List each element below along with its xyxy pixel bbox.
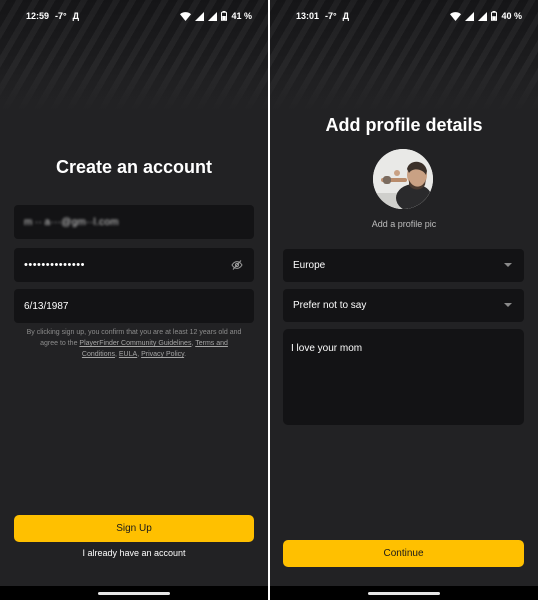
profile-details-screen: 13:01 -7° Д 40 % Add profile details Add… bbox=[270, 0, 538, 600]
home-pill[interactable] bbox=[98, 592, 170, 595]
status-temperature: -7° bbox=[55, 11, 67, 21]
region-select[interactable]: Europe bbox=[283, 249, 524, 282]
home-pill[interactable] bbox=[368, 592, 440, 595]
status-bar: 13:01 -7° Д 40 % bbox=[270, 0, 538, 32]
gender-value: Prefer not to say bbox=[293, 300, 367, 311]
status-time: 12:59 bbox=[26, 11, 50, 21]
profile-photo bbox=[373, 149, 433, 209]
avatar-caption[interactable]: Add a profile pic bbox=[270, 219, 538, 229]
email-field[interactable]: m ·· a···@gm··l.com bbox=[14, 205, 254, 239]
nav-bar bbox=[270, 586, 538, 600]
password-value: •••••••••••••• bbox=[24, 259, 85, 271]
battery-percent: 41 % bbox=[231, 11, 252, 21]
region-value: Europe bbox=[293, 260, 326, 271]
battery-icon bbox=[491, 11, 498, 21]
wifi-icon bbox=[450, 11, 462, 21]
email-value: m ·· a···@gm··l.com bbox=[24, 216, 119, 228]
continue-button[interactable]: Continue bbox=[283, 540, 524, 567]
eye-off-icon[interactable] bbox=[230, 258, 244, 272]
bio-textarea[interactable]: I love your mom bbox=[283, 329, 524, 425]
privacy-link[interactable]: Privacy Policy bbox=[141, 351, 184, 358]
signal-icon bbox=[208, 11, 218, 21]
bio-value: I love your mom bbox=[291, 343, 363, 354]
legal-notice: By clicking sign up, you confirm that yo… bbox=[22, 327, 246, 360]
chevron-down-icon bbox=[502, 260, 514, 272]
signal-icon bbox=[465, 11, 475, 21]
page-title: Create an account bbox=[55, 157, 213, 177]
eula-link[interactable]: EULA bbox=[119, 351, 137, 358]
signal-icon bbox=[478, 11, 488, 21]
status-extra: Д bbox=[72, 11, 80, 21]
guidelines-link[interactable]: PlayerFinder Community Guidelines bbox=[79, 340, 191, 347]
battery-icon bbox=[221, 11, 228, 21]
create-account-screen: 12:59 -7° Д 41 % Create an account m ·· … bbox=[0, 0, 268, 600]
avatar[interactable] bbox=[373, 149, 433, 209]
signal-icon bbox=[195, 11, 205, 21]
status-time: 13:01 bbox=[296, 11, 320, 21]
gender-select[interactable]: Prefer not to say bbox=[283, 289, 524, 322]
birthdate-value: 6/13/1987 bbox=[24, 300, 69, 312]
birthdate-field[interactable]: 6/13/1987 bbox=[14, 289, 254, 323]
status-bar: 12:59 -7° Д 41 % bbox=[0, 0, 268, 32]
status-extra: Д bbox=[342, 11, 350, 21]
legal-text: . bbox=[184, 351, 187, 358]
status-temperature: -7° bbox=[325, 11, 337, 21]
wifi-icon bbox=[180, 11, 192, 21]
battery-percent: 40 % bbox=[501, 11, 522, 21]
nav-bar bbox=[0, 586, 268, 600]
login-link[interactable]: I already have an account bbox=[0, 548, 268, 558]
chevron-down-icon bbox=[502, 300, 514, 312]
sign-up-button[interactable]: Sign Up bbox=[14, 515, 254, 542]
page-title: Add profile details bbox=[325, 115, 483, 135]
password-field[interactable]: •••••••••••••• bbox=[14, 248, 254, 282]
